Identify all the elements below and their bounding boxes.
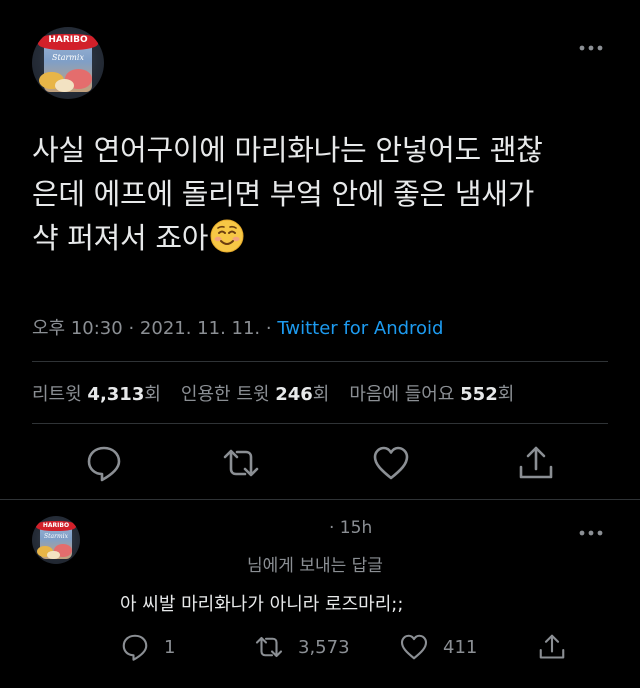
quotes-label: 인용한 트윗 (180, 384, 270, 405)
tweet-text-line: 사실 연어구이에 마리화나는 안넣어도 괜찮 (32, 133, 543, 167)
quotes-stat[interactable]: 인용한 트윗 246회 (181, 384, 329, 405)
avatar-candy (55, 78, 74, 92)
tweet-text-line: 샥 퍼져서 죠아 (32, 216, 612, 260)
retweets-label: 리트윗 (32, 384, 82, 405)
reply-icon (87, 446, 121, 482)
quotes-count: 246 (275, 384, 313, 405)
replying-to: 님에게 보내는 답글 (247, 556, 383, 576)
reply-like-button[interactable]: 411 (399, 632, 477, 662)
quotes-unit: 회 (312, 384, 330, 405)
retweet-button[interactable] (221, 443, 261, 483)
more-options-icon[interactable] (578, 38, 604, 51)
share-button[interactable] (516, 443, 556, 483)
reply-count: 1 (164, 636, 176, 658)
retweet-count: 3,573 (298, 636, 350, 658)
reply-author-avatar[interactable]: HARIBO Starmix (32, 516, 80, 564)
retweet-icon (223, 449, 259, 477)
retweet-icon (255, 636, 283, 658)
smiling-face-icon (210, 219, 244, 253)
divider (32, 361, 608, 362)
divider (32, 423, 608, 424)
avatar-sub-text: Starmix (52, 52, 84, 62)
avatar-brand-text: HARIBO (37, 34, 99, 51)
reply-retweet-button[interactable]: 3,573 (254, 632, 350, 662)
heart-icon (400, 634, 428, 660)
tweet-text: 사실 연어구이에 마리화나는 안넣어도 괜찮 은데 에프에 돌리면 부엌 안에 … (32, 128, 612, 260)
tweet-text-line: 은데 에프에 돌리면 부엌 안에 좋은 냄새가 (32, 177, 534, 211)
more-options-icon[interactable] (578, 523, 604, 536)
author-avatar[interactable]: HARIBO Starmix (32, 27, 104, 99)
meta-separator: · (128, 318, 135, 339)
reply-time[interactable]: · 15h (329, 518, 372, 538)
tweet-time[interactable]: 오후 10:30 (32, 318, 123, 339)
retweets-stat[interactable]: 리트윗 4,313회 (32, 384, 161, 405)
divider (0, 499, 640, 500)
share-icon (539, 634, 565, 659)
tweet-date[interactable]: 2021. 11. 11. (140, 318, 260, 339)
reply-reply-button[interactable]: 1 (120, 632, 175, 662)
likes-label: 마음에 들어요 (349, 384, 455, 405)
likes-count: 552 (460, 384, 498, 405)
tweet-text-fragment: 샥 퍼져서 죠아 (32, 221, 209, 255)
tweet-meta: 오후 10:30 · 2021. 11. 11. · Twitter for A… (32, 314, 443, 340)
avatar-candy (47, 550, 60, 560)
likes-unit: 회 (497, 384, 515, 405)
tweet-source-link[interactable]: Twitter for Android (277, 318, 443, 339)
avatar-sub-text: Starmix (44, 533, 68, 541)
reply-share-button[interactable] (537, 632, 567, 662)
heart-icon (373, 446, 409, 480)
reply-icon (122, 634, 148, 661)
reply-text: 아 씨발 마리화나가 아니라 로즈마리;; (120, 594, 404, 615)
retweets-count: 4,313 (87, 384, 145, 405)
like-count: 411 (443, 636, 478, 658)
tweet-stats: 리트윗 4,313회 인용한 트윗 246회 마음에 들어요 552회 (32, 380, 514, 406)
likes-stat[interactable]: 마음에 들어요 552회 (349, 384, 514, 405)
reply-button[interactable] (84, 443, 124, 483)
like-button[interactable] (371, 443, 411, 483)
share-icon (519, 446, 553, 479)
meta-separator: · (265, 318, 272, 339)
tweet-detail-page: HARIBO Starmix 사실 연어구이에 마리화나는 안넣어도 괜찮 은데… (0, 0, 640, 688)
retweets-unit: 회 (144, 384, 161, 405)
avatar-brand-text: HARIBO (35, 520, 77, 532)
